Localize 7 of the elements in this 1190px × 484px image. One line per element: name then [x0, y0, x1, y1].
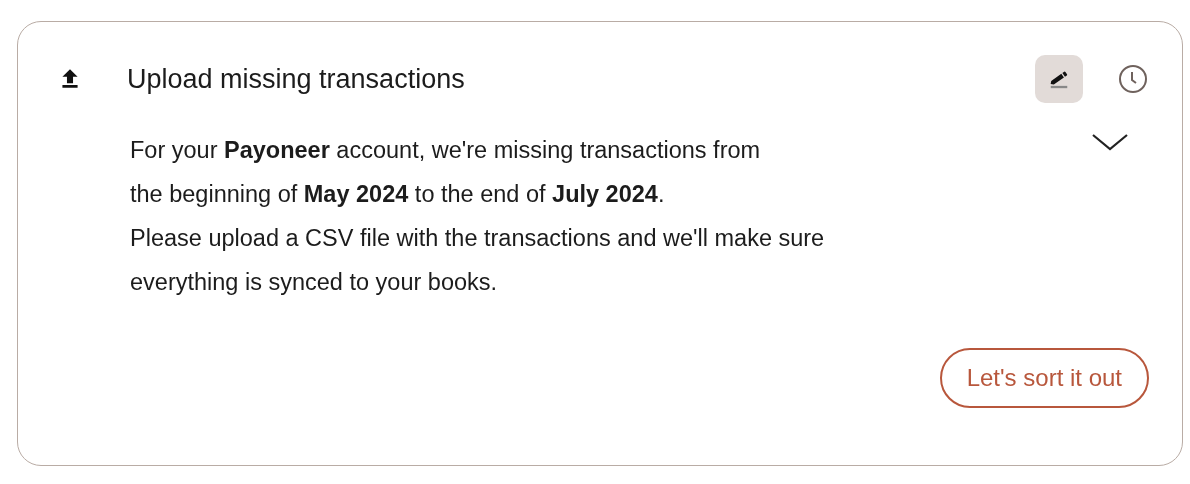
chevron-icon	[1091, 132, 1129, 152]
card-title: Upload missing transactions	[127, 62, 465, 96]
sort-it-out-button[interactable]: Let's sort it out	[939, 348, 1149, 408]
edit-button[interactable]	[1035, 55, 1083, 103]
history-button[interactable]	[1118, 64, 1148, 94]
message-text: For your Payoneer account, we're missing transactions from the beginning of May 2024 to the end of July 2024. Please upload a CSV file with the transactions and we'll make sure everything is synced to your books.	[130, 136, 825, 297]
clock-icon	[1118, 64, 1148, 94]
